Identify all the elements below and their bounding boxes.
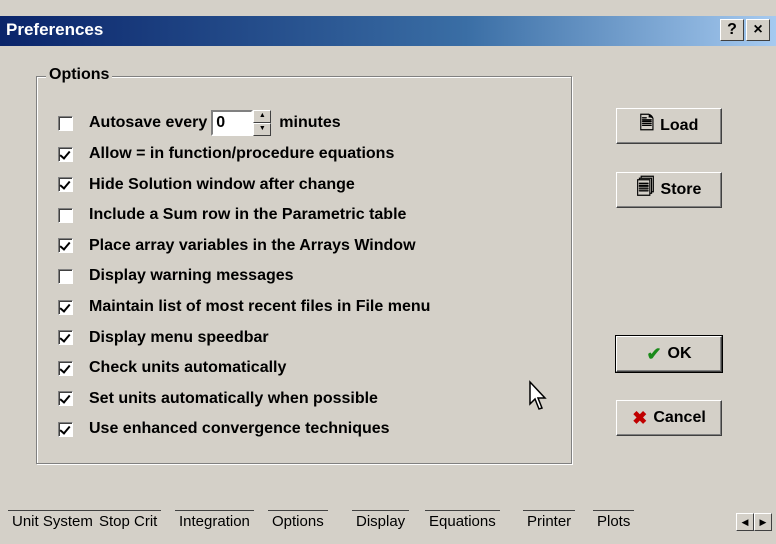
store-label: Store	[660, 181, 702, 198]
cancel-button[interactable]: ✖ Cancel	[616, 400, 722, 436]
mouse-cursor-icon	[529, 380, 547, 410]
spin-up-icon[interactable]: ▲	[253, 110, 272, 123]
load-button[interactable]: 🗎 Load	[616, 108, 722, 144]
option-checkbox[interactable]	[58, 391, 73, 407]
option-row: Display warning messages	[58, 265, 294, 287]
tab-printer[interactable]: Printer	[523, 510, 576, 533]
tab-plots[interactable]: Plots	[593, 510, 635, 533]
load-label: Load	[660, 117, 699, 134]
tab-unit-system[interactable]: Unit System	[8, 510, 97, 533]
option-label: Display warning messages	[89, 267, 294, 285]
option-label: Display menu speedbar	[89, 328, 269, 346]
option-row: Use enhanced convergence techniques	[58, 418, 390, 440]
option-checkbox[interactable]	[58, 299, 73, 315]
cross-icon: ✖	[632, 407, 648, 428]
autosave-label: Autosave every	[89, 114, 208, 131]
autosave-minutes-label: minutes	[279, 114, 341, 131]
scroll-left-icon[interactable]: ◀	[736, 513, 754, 531]
tab-equations[interactable]: Equations	[425, 510, 500, 533]
cancel-label: Cancel	[653, 409, 706, 426]
option-label: Hide Solution window after change	[89, 175, 355, 193]
tab-integration[interactable]: Integration	[175, 510, 254, 533]
autosave-checkbox[interactable]	[58, 115, 73, 131]
store-icon: 🗐	[636, 177, 655, 197]
option-label: Include a Sum row in the Parametric tabl…	[89, 206, 407, 224]
option-row: Hide Solution window after change	[58, 174, 355, 196]
spin-down-icon[interactable]: ▼	[253, 123, 272, 136]
option-checkbox[interactable]	[58, 421, 73, 437]
close-button[interactable]: ×	[746, 19, 770, 41]
option-checkbox[interactable]	[58, 330, 73, 346]
option-label: Maintain list of most recent files in Fi…	[89, 298, 431, 315]
options-group-label: Options	[46, 66, 113, 84]
option-row: Set units automatically when possible	[58, 388, 378, 410]
option-label: Allow = in function/procedure equations	[89, 145, 395, 162]
tab-strip: Unit System Stop Crit Integration Options Di…	[0, 510, 776, 534]
option-row: Place array variables in the Arrays Wind…	[58, 235, 416, 257]
tab-options[interactable]: Options	[268, 510, 328, 533]
scroll-right-icon[interactable]: ▶	[754, 513, 772, 531]
autosave-minutes-spinner: ▲ ▼	[211, 110, 272, 136]
option-label: Check units automatically	[89, 359, 287, 377]
tab-display[interactable]: Display	[352, 510, 410, 533]
option-checkbox[interactable]	[58, 360, 73, 376]
checkmark-icon: ✔	[646, 343, 662, 364]
option-row: Maintain list of most recent files in Fi…	[58, 296, 430, 318]
tab-stop-crit[interactable]: Stop Crit	[95, 510, 162, 533]
ok-button[interactable]: ✔ OK	[615, 335, 723, 373]
preferences-dialog: Preferences ? × Options Autosave every ▲…	[0, 0, 776, 544]
tab-scroll-arrows: ◀ ▶	[736, 513, 772, 531]
autosave-option: Autosave every ▲ ▼ minutes	[58, 110, 341, 136]
option-label: Place array variables in the Arrays Wind…	[89, 236, 416, 254]
option-checkbox[interactable]	[58, 146, 73, 162]
option-row: Display menu speedbar	[58, 327, 269, 349]
option-row: Check units automatically	[58, 357, 286, 379]
option-row: Include a Sum row in the Parametric tabl…	[58, 204, 406, 226]
help-button[interactable]: ?	[720, 19, 744, 41]
option-checkbox[interactable]	[58, 268, 73, 284]
option-row: Allow = in function/procedure equations	[58, 143, 394, 165]
window-title: Preferences	[6, 20, 104, 39]
ok-label: OK	[667, 345, 692, 362]
option-checkbox[interactable]	[58, 238, 73, 254]
title-bar: Preferences ? ×	[0, 16, 776, 46]
load-icon: 🗎	[639, 113, 655, 133]
option-label: Set units automatically when possible	[89, 389, 378, 407]
option-label: Use enhanced convergence techniques	[89, 420, 390, 438]
option-checkbox[interactable]	[58, 207, 73, 223]
option-checkbox[interactable]	[58, 177, 73, 193]
autosave-minutes-input[interactable]	[211, 110, 254, 136]
store-button[interactable]: 🗐 Store	[616, 172, 722, 208]
